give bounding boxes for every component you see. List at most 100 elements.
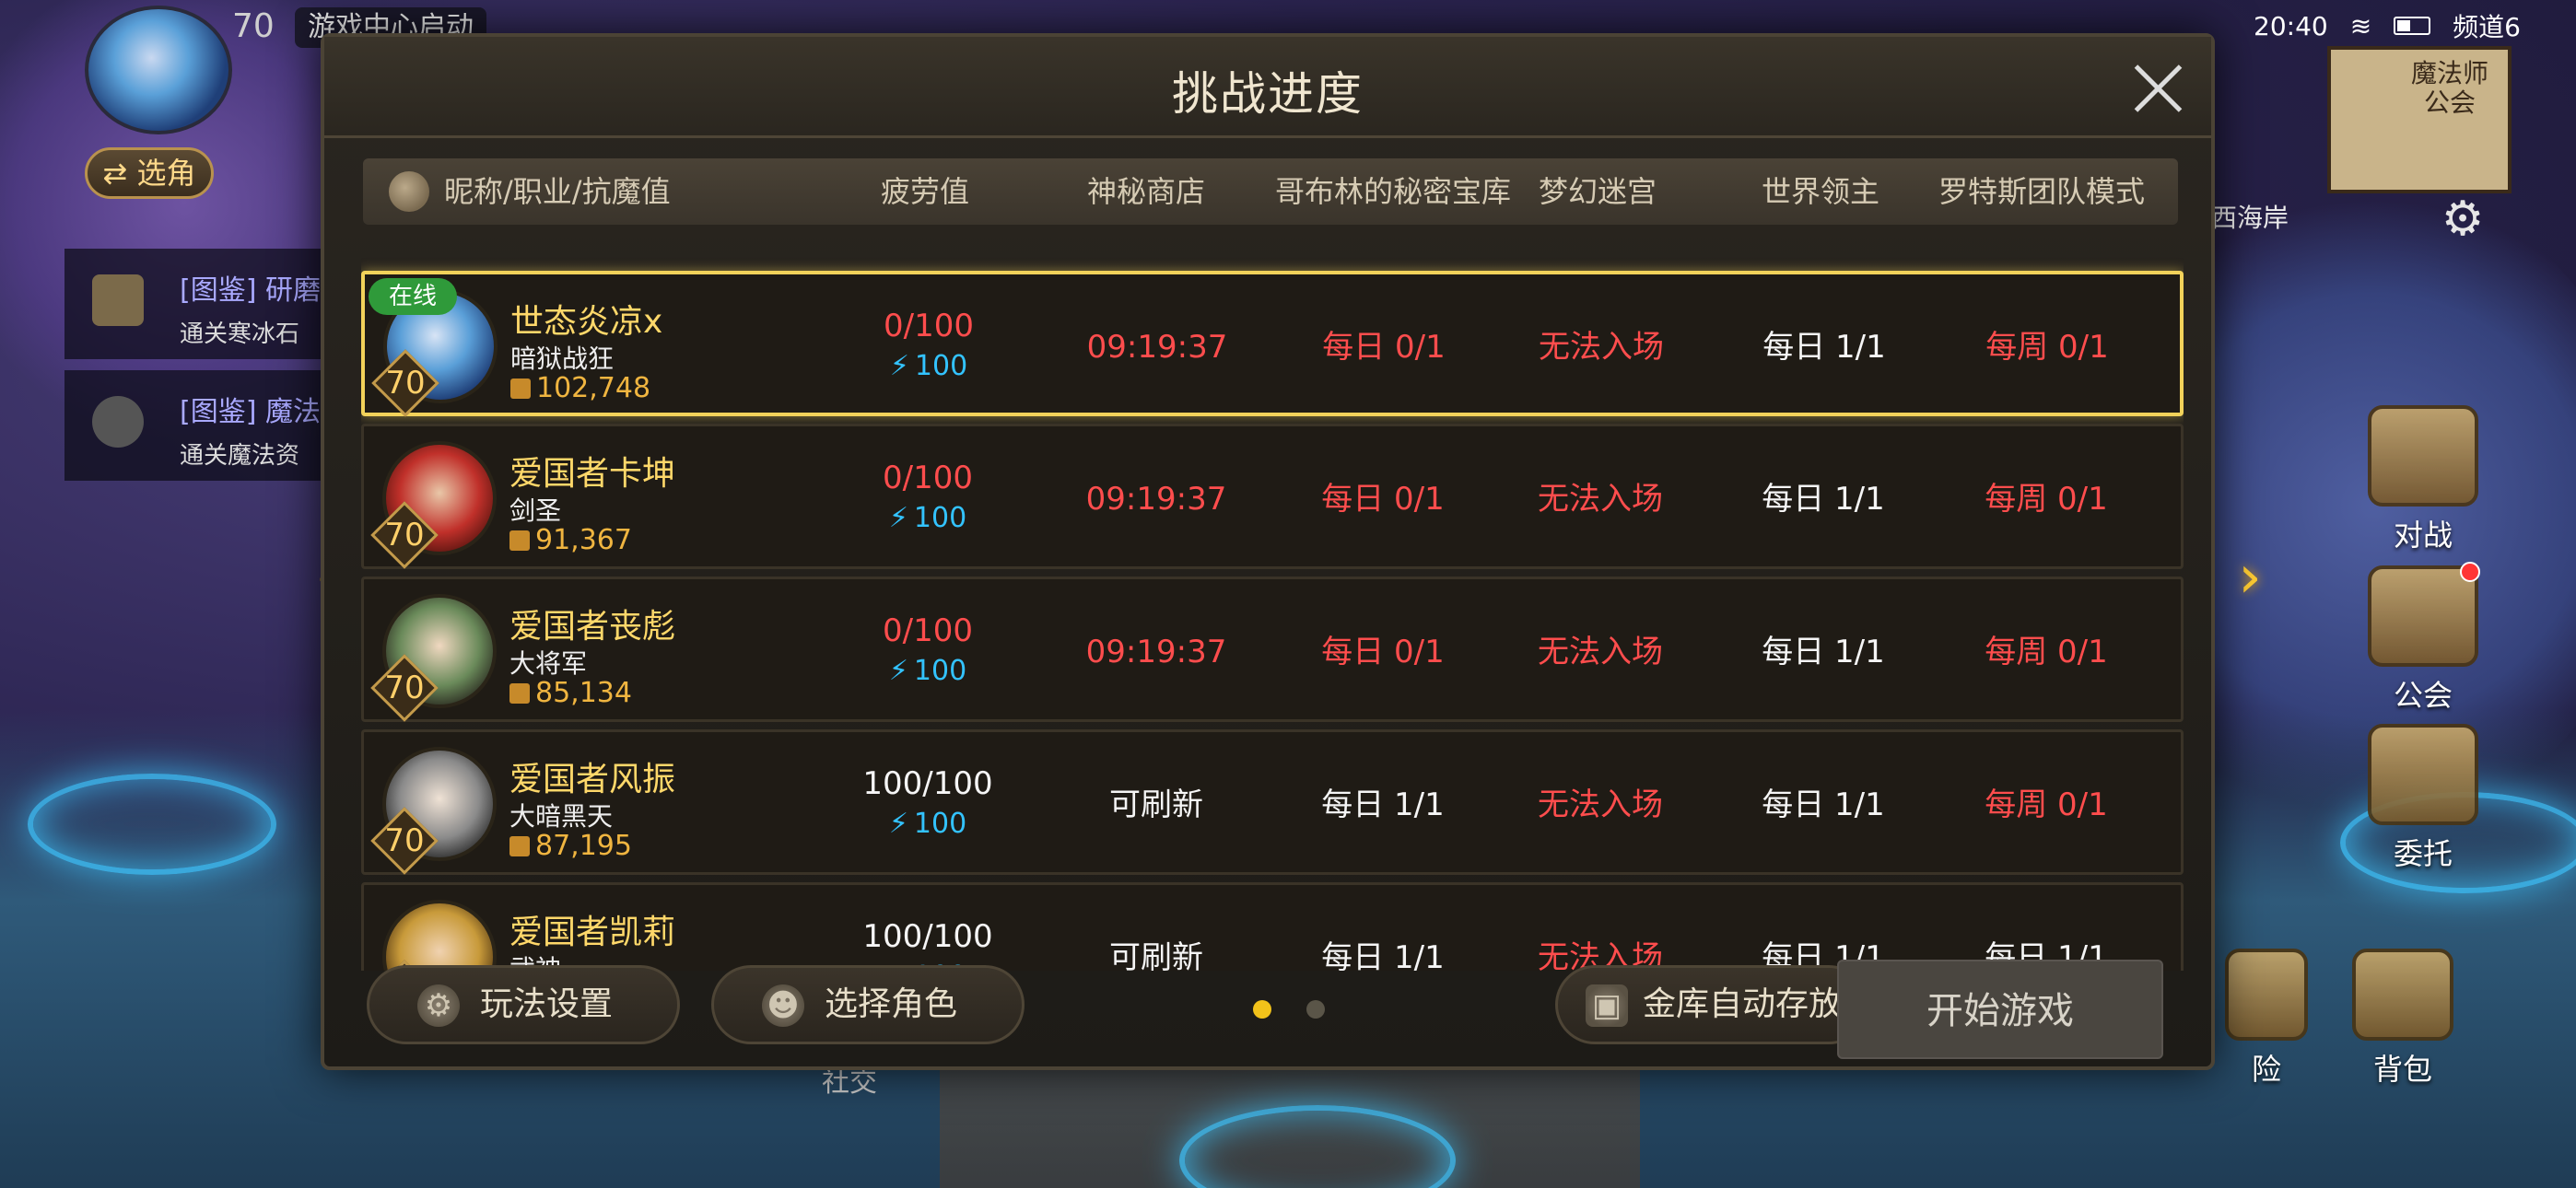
lightning-bolt-icon: ⚡ [888,808,908,840]
duel-label: 对战 [2393,518,2453,553]
fatigue-cell: 100/100 ⚡100 [836,765,1020,840]
page-indicator [1253,1000,1325,1019]
vault-auto-store-button[interactable]: ▣ 金库自动存放 [1555,965,1868,1044]
mystery-shop-cell: 09:19:37 [1086,329,1228,366]
fatigue-sub-value: 100 [913,655,967,687]
battery-icon [2394,17,2431,35]
portal-circle [28,774,276,875]
table-row[interactable]: 70 爱国者丧彪 大将军 85,134 0/100 ⚡ 100 09:19:37 … [361,577,2184,722]
character-job: 暗狱战狂 [510,344,615,374]
demon-resist-icon [509,836,530,856]
adventure-label: 险 [2251,1052,2281,1087]
column-header: 昵称/职业/抗魔值 [444,174,671,209]
backpack-label: 背包 [2372,1052,2432,1087]
minimap[interactable]: 魔法师公会 [2327,46,2512,193]
vault-chest-icon: ▣ [1586,984,1628,1027]
fatigue-sub: ⚡100 [837,350,1021,382]
quest-item[interactable]: [图鉴] 魔法 通关魔法资 [64,370,332,481]
power-text: 85,134 [535,677,632,709]
world-lord-cell: 每日 1/1 [1762,329,1886,366]
commission-label: 委托 [2393,836,2453,871]
character-icon [92,396,144,448]
rotes-raid-cell: 每周 0/1 [1985,481,2108,518]
quest-desc: 通关魔法资 [180,442,300,470]
minimap-location: 西海岸 [2211,203,2289,233]
table-row[interactable]: 在线 70 世态炎凉x 暗狱战狂 102,748 0/100 ⚡ 100 09:1… [361,271,2184,417]
fatigue-value: 0/100 [883,460,973,496]
duel-button[interactable]: 对战 [2359,405,2488,554]
play-settings-button[interactable]: ⚙ 玩法设置 [367,965,680,1044]
fatigue-cell: 0/100 ⚡ 100 [836,460,1020,534]
level-number: 70 [384,822,425,859]
fatigue-sub: ⚡100 [836,808,1020,840]
player-avatar[interactable] [85,6,232,134]
commission-button[interactable]: 委托 [2359,724,2488,873]
mystery-shop-cell: 09:19:37 [1085,481,1227,518]
page-dot[interactable] [1253,1000,1271,1019]
table-row[interactable]: 70 爱国者卡坤 剑圣 91,367 0/100 ⚡ 100 09:19:37 每… [361,424,2184,569]
vault-auto-store-label: 金库自动存放 [1643,985,1843,1023]
online-badge: 在线 [369,278,458,315]
page-dot[interactable] [1306,1000,1325,1019]
start-game-button[interactable]: 开始游戏 [1837,960,2163,1059]
column-header: 疲劳值 [880,174,969,209]
demon-resist-value: 87,195 [509,830,632,862]
demon-resist-value: 91,367 [509,524,632,556]
challenge-progress-dialog: 挑战进度 昵称/职业/抗魔值 疲劳值 神秘商店 哥布林的秘密宝库 梦幻迷宫 世界… [321,33,2215,1070]
notice-board-icon [2368,724,2478,825]
quest-desc: 通关寒冰石 [180,320,300,348]
guild-label: 公会 [2393,678,2453,713]
mystery-shop-cell: 可刷新 [1109,786,1203,823]
fatigue-sub-value: 100 [914,350,968,382]
lightning-bolt-icon: ⚡ [889,350,909,382]
mystery-shop-cell: 09:19:37 [1085,634,1227,670]
select-role-button[interactable]: ☻ 选择角色 [711,965,1025,1044]
gear-icon: ⚙ [417,984,460,1027]
guild-button[interactable]: 公会 [2359,565,2488,715]
wifi-icon: ≋ [2349,10,2372,41]
demon-resist-value: 85,134 [509,677,632,709]
lightning-bolt-icon: ⚡ [888,655,908,687]
goblin-vault-cell: 每日 1/1 [1321,786,1445,823]
level-number: 70 [385,365,426,402]
guild-shield-icon [2368,565,2478,667]
character-job: 剑圣 [509,495,562,526]
character-list[interactable]: 在线 70 世态炎凉x 暗狱战狂 102,748 0/100 ⚡ 100 09:1… [361,234,2184,971]
adventure-button[interactable]: 险 [2220,949,2313,1089]
adventure-icon [2225,949,2308,1041]
table-row[interactable]: 70 爱国者风振 大暗黑天 87,195 100/100 ⚡ 100 可刷新 每日… [361,729,2184,875]
goblin-vault-cell: 每日 0/1 [1322,329,1446,366]
dialog-title: 挑战进度 [1172,67,1364,121]
power-text: 102,748 [536,372,651,404]
dream-maze-cell: 无法入场 [1538,786,1663,823]
character-icon [389,171,429,212]
fatigue-value: 0/100 [884,308,974,344]
column-header: 梦幻迷宫 [1538,174,1657,209]
level-number: 70 [384,517,425,553]
character-name: 爱国者丧彪 [509,608,676,646]
dream-maze-cell: 无法入场 [1538,634,1663,670]
backpack-button[interactable]: 背包 [2338,949,2467,1089]
column-header: 神秘商店 [1086,174,1205,209]
close-icon[interactable] [2132,63,2184,114]
player-level: 70 [232,7,275,45]
chevron-right-icon[interactable]: › [2222,548,2277,607]
dream-maze-cell: 无法入场 [1538,481,1663,518]
switch-character-button[interactable]: ⇄ 选角 [85,147,214,199]
quest-item[interactable]: [图鉴] 研磨 通关寒冰石 [64,249,332,359]
select-role-label: 选择角色 [825,985,958,1023]
character-name: 世态炎凉x [510,303,663,341]
goblin-vault-cell: 每日 0/1 [1321,634,1445,670]
demon-resist-icon [509,683,530,704]
dialog-footer: ⚙ 玩法设置 ☻ 选择角色 ▣ 金库自动存放 开始游戏 [324,928,2211,1066]
channel-label[interactable]: 频道6 [2453,7,2521,44]
rotes-raid-cell: 每周 0/1 [1985,329,2109,366]
dialog-header: 挑战进度 [324,37,2211,138]
bag-icon [2352,949,2453,1041]
world-lord-cell: 每日 1/1 [1762,481,1885,518]
character-name: 爱国者卡坤 [509,455,676,493]
demon-resist-icon [510,379,531,399]
gear-icon[interactable]: ⚙ [2437,193,2488,245]
fatigue-sub: ⚡100 [836,655,1020,687]
character-job: 大暗黑天 [509,801,614,832]
